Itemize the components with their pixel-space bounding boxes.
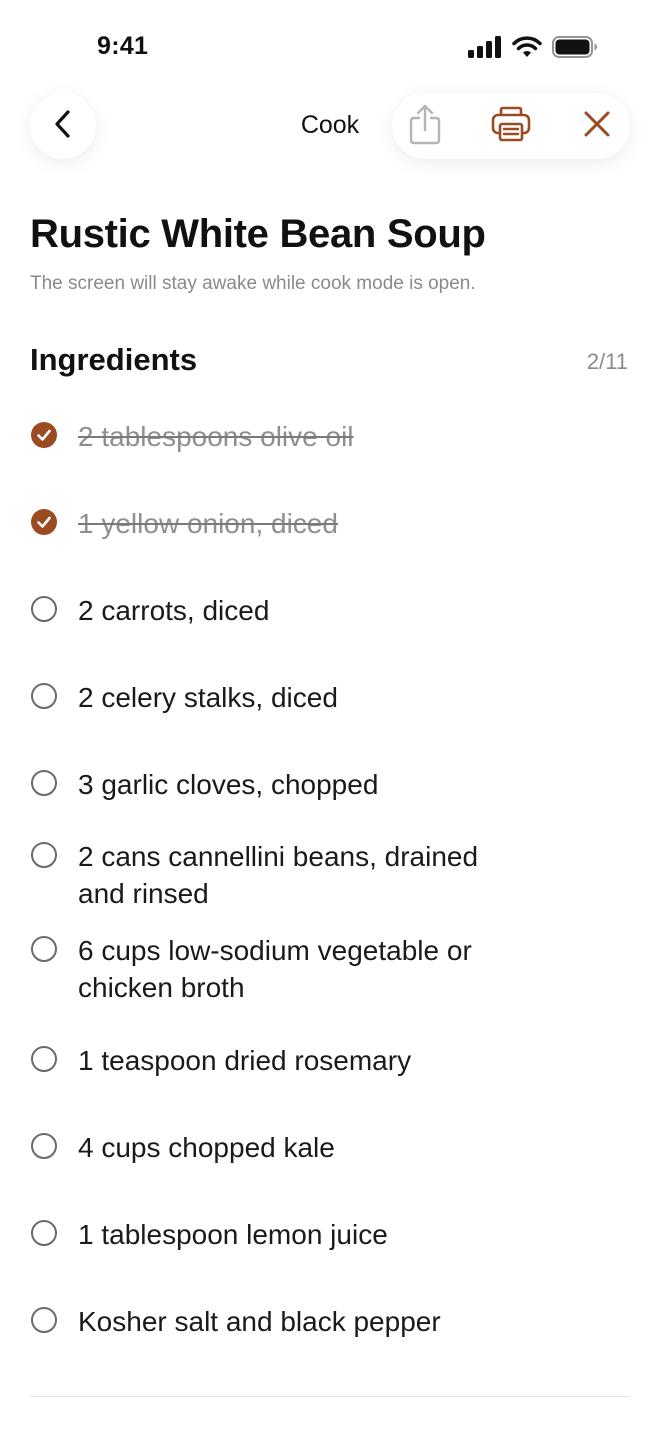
ingredient-item[interactable]: 6 cups low-sodium vegetable or chicken b…	[30, 932, 510, 1006]
checked-circle-icon[interactable]	[30, 508, 58, 536]
empty-circle-icon[interactable]	[30, 1219, 58, 1247]
ingredient-text: 2 carrots, diced	[78, 595, 270, 626]
divider	[30, 1396, 630, 1397]
nav-actions-group	[392, 93, 630, 159]
ingredient-item[interactable]: 2 carrots, diced	[30, 592, 550, 629]
ingredient-text: 4 cups chopped kale	[78, 1132, 335, 1163]
keep-awake-note: The screen will stay awake while cook mo…	[30, 273, 476, 294]
cellular-signal-icon	[468, 36, 502, 63]
ingredient-text: 1 teaspoon dried rosemary	[78, 1045, 412, 1076]
ingredient-item[interactable]: 2 celery stalks, diced	[30, 679, 550, 716]
empty-circle-icon[interactable]	[30, 769, 58, 797]
empty-circle-icon[interactable]	[30, 1132, 58, 1160]
ingredients-progress-count: 2/11	[586, 349, 628, 374]
ingredient-text: 1 yellow onion, diced	[78, 508, 338, 539]
ingredient-item[interactable]: 1 tablespoon lemon juice	[30, 1216, 550, 1253]
ingredient-item[interactable]: 3 garlic cloves, chopped	[30, 766, 550, 803]
status-icons	[468, 36, 598, 63]
wifi-icon	[512, 36, 542, 63]
checked-circle-icon[interactable]	[30, 421, 58, 449]
recipe-title: Rustic White Bean Soup	[30, 212, 486, 256]
chevron-left-icon	[52, 109, 74, 144]
nav-title: Cook	[300, 111, 360, 139]
empty-circle-icon[interactable]	[30, 1045, 58, 1073]
empty-circle-icon[interactable]	[30, 595, 58, 623]
empty-circle-icon[interactable]	[30, 841, 58, 869]
empty-circle-icon[interactable]	[30, 935, 58, 963]
ingredients-heading: Ingredients	[30, 342, 198, 377]
empty-circle-icon[interactable]	[30, 682, 58, 710]
ingredient-item[interactable]: 4 cups chopped kale	[30, 1129, 550, 1166]
ingredient-text: 3 garlic cloves, chopped	[78, 769, 379, 800]
ingredient-text: 1 tablespoon lemon juice	[78, 1219, 388, 1250]
empty-circle-icon[interactable]	[30, 1306, 58, 1334]
battery-icon	[552, 36, 598, 63]
share-button[interactable]	[392, 93, 458, 159]
ingredient-item[interactable]: 1 yellow onion, diced	[30, 505, 550, 542]
back-button[interactable]	[30, 93, 96, 159]
printer-icon	[491, 106, 531, 147]
ingredient-text: 2 cans cannellini beans, drained and rin…	[78, 841, 479, 909]
print-button[interactable]	[478, 93, 544, 159]
ingredient-text: 6 cups low-sodium vegetable or chicken b…	[78, 935, 472, 1003]
close-icon	[583, 110, 611, 143]
ingredient-text: 2 tablespoons olive oil	[78, 421, 354, 452]
close-button[interactable]	[564, 93, 630, 159]
ingredient-item[interactable]: 2 cans cannellini beans, drained and rin…	[30, 838, 510, 912]
ingredient-item[interactable]: Kosher salt and black pepper	[30, 1303, 550, 1340]
share-icon	[408, 103, 442, 150]
status-time: 9:41	[97, 32, 149, 60]
ingredient-text: 2 celery stalks, diced	[78, 682, 338, 713]
ingredient-item[interactable]: 1 teaspoon dried rosemary	[30, 1042, 550, 1079]
status-bar: 9:41	[0, 0, 660, 96]
ingredient-item[interactable]: 2 tablespoons olive oil	[30, 418, 550, 455]
ingredient-text: Kosher salt and black pepper	[78, 1306, 441, 1337]
